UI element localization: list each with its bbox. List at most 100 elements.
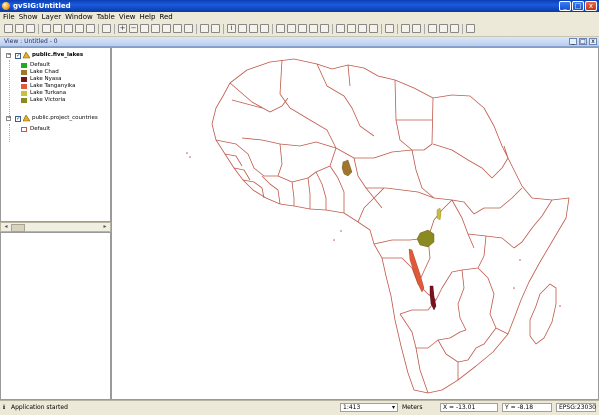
zoom-window-icon[interactable]: [140, 24, 149, 33]
info-icon[interactable]: i: [227, 24, 236, 33]
export-icon[interactable]: [64, 24, 73, 33]
layer-countries-name[interactable]: public.project_countries: [32, 115, 98, 122]
close-button[interactable]: x: [585, 1, 597, 11]
legend-swatch-lake-victoria: [21, 98, 27, 103]
toc-horizontal-scrollbar[interactable]: ◂ ▸: [0, 222, 111, 232]
filter-icon[interactable]: [336, 24, 345, 33]
hyperlink-icon[interactable]: [200, 24, 209, 33]
properties-icon[interactable]: [86, 24, 95, 33]
legend-swatch-lake-turkana: [21, 91, 27, 96]
copy-icon[interactable]: [428, 24, 437, 33]
lake-chad: [341, 159, 353, 177]
menu-table[interactable]: Table: [97, 12, 115, 22]
legend-icon[interactable]: [369, 24, 378, 33]
lake-tanganyika: [408, 248, 425, 293]
measure-area-icon[interactable]: [249, 24, 258, 33]
add-event-layer-icon[interactable]: [53, 24, 62, 33]
collapse-five-lakes-toggle[interactable]: −: [6, 53, 11, 58]
print-icon[interactable]: [75, 24, 84, 33]
africa-map[interactable]: [112, 48, 599, 400]
menu-file[interactable]: File: [3, 12, 15, 22]
maximize-button[interactable]: □: [572, 1, 584, 11]
country-borders: [211, 58, 570, 394]
status-message: Application started: [11, 404, 68, 411]
zoom-in-icon[interactable]: +: [118, 24, 127, 33]
graphic-locate-icon[interactable]: [260, 24, 269, 33]
units-label: Meters: [402, 404, 423, 411]
crs-value: EPSG:23030: [559, 404, 596, 411]
island-sao-tome: [333, 239, 335, 241]
scroll-left-icon[interactable]: ◂: [2, 223, 10, 231]
scroll-right-icon[interactable]: ▸: [101, 223, 109, 231]
island-seychelles: [519, 259, 521, 261]
tools-icon[interactable]: [412, 24, 421, 33]
info-status-icon: ℹ: [3, 404, 6, 411]
menu-view[interactable]: View: [119, 12, 136, 22]
select-polygon-icon[interactable]: [298, 24, 307, 33]
island-cape-verde: [186, 152, 188, 154]
edit-table-icon[interactable]: [401, 24, 410, 33]
legend-swatch-lake-chad: [21, 70, 27, 75]
island-bioko: [340, 230, 342, 232]
menu-layer[interactable]: Layer: [42, 12, 62, 22]
legend-label-lake-chad: Lake Chad: [30, 69, 59, 75]
x-coordinate-field: X = -13.01: [440, 403, 498, 412]
layer-five-lakes-checkbox[interactable]: ✓: [15, 53, 21, 59]
pan-icon[interactable]: [151, 24, 160, 33]
document-properties-icon[interactable]: [450, 24, 459, 33]
layer-countries-checkbox[interactable]: ✓: [15, 116, 21, 122]
legend-label-lake-victoria: Lake Victoria: [30, 97, 66, 103]
main-toolbar: + − i: [0, 22, 599, 37]
zoom-out-icon[interactable]: −: [129, 24, 138, 33]
select-point-icon[interactable]: [276, 24, 285, 33]
menu-red[interactable]: Red: [159, 12, 172, 22]
undo-icon[interactable]: [211, 24, 220, 33]
chevron-down-icon[interactable]: ▾: [392, 404, 395, 411]
layout-icon[interactable]: [385, 24, 394, 33]
select-by-layer-icon[interactable]: [309, 24, 318, 33]
legend-swatch-countries-default: [21, 127, 27, 132]
scale-value: 1:413: [343, 404, 361, 411]
collapse-countries-toggle[interactable]: −: [6, 116, 11, 121]
zoom-select-icon[interactable]: [173, 24, 182, 33]
save-project-icon[interactable]: [26, 24, 35, 33]
measure-distance-icon[interactable]: [238, 24, 247, 33]
view-maximize-button[interactable]: □: [579, 38, 587, 45]
map-overview-icon[interactable]: [358, 24, 367, 33]
menu-show[interactable]: Show: [19, 12, 38, 22]
menu-window[interactable]: Window: [65, 12, 93, 22]
island-mauritius: [559, 305, 561, 307]
view-close-button[interactable]: x: [589, 38, 597, 45]
new-document-icon[interactable]: [4, 24, 13, 33]
view-minimize-button[interactable]: _: [569, 38, 577, 45]
lake-victoria: [416, 229, 435, 248]
minimize-button[interactable]: _: [559, 1, 571, 11]
legend-swatch-lake-nyasa: [21, 77, 27, 82]
add-layer-icon[interactable]: [42, 24, 51, 33]
legend-label-lake-turkana: Lake Turkana: [30, 90, 67, 96]
clear-selection-icon[interactable]: [320, 24, 329, 33]
menu-bar: File Show Layer Window Table View Help R…: [0, 12, 599, 22]
select-rectangle-icon[interactable]: [287, 24, 296, 33]
window-titlebar: gvSIG:Untitled _ □ x: [0, 0, 599, 12]
madagascar-outline: [529, 283, 557, 345]
window-title: gvSIG:Untitled: [13, 2, 71, 10]
open-project-icon[interactable]: [15, 24, 24, 33]
legend-swatch-default: [21, 63, 27, 68]
gvsig-app-icon: [2, 2, 10, 10]
legend-label-lake-tanganyika: Lake Tanganyika: [30, 83, 76, 89]
table-of-contents: − ✓ public.five_lakes Default Lake Chad …: [0, 47, 111, 222]
zoom-previous-icon[interactable]: [184, 24, 193, 33]
scrollbar-thumb[interactable]: [11, 224, 25, 232]
scale-combo[interactable]: 1:413 ▾: [340, 403, 398, 412]
layer-five-lakes-name[interactable]: public.five_lakes: [32, 52, 83, 59]
paste-icon[interactable]: [439, 24, 448, 33]
menu-help[interactable]: Help: [139, 12, 155, 22]
locator-icon[interactable]: [102, 24, 111, 33]
view-title: View : Untitled - 0: [4, 38, 58, 45]
legend-label-lake-nyasa: Lake Nyasa: [30, 76, 62, 82]
zoom-full-icon[interactable]: [162, 24, 171, 33]
settings-icon[interactable]: [466, 24, 475, 33]
table-icon[interactable]: [347, 24, 356, 33]
map-view[interactable]: [111, 47, 599, 400]
